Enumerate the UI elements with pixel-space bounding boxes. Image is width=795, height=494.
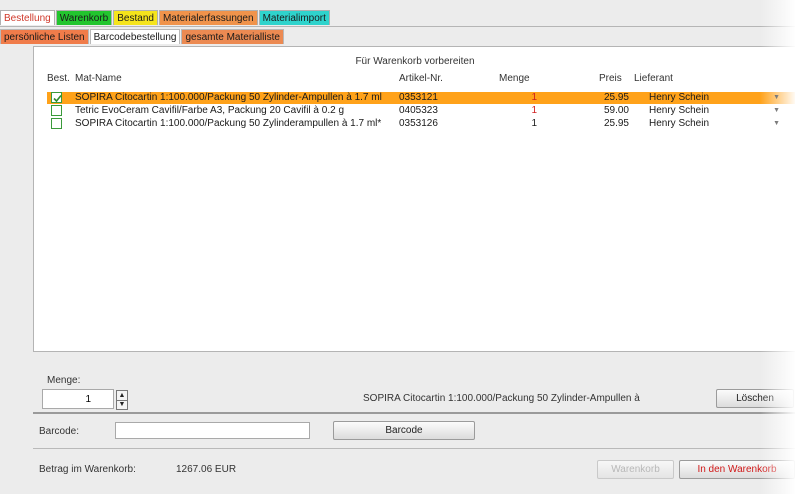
- row-artnr: 0405323: [399, 105, 438, 116]
- row-name: SOPIRA Citocartin 1:100.000/Packung 50 Z…: [75, 92, 382, 103]
- table-row[interactable]: Tetric EvoCeram Cavifil/Farbe A3, Packun…: [47, 105, 795, 117]
- row-menge: 1: [531, 92, 537, 103]
- supplier-value: Henry Schein: [649, 92, 710, 103]
- tab-materialerfassungen[interactable]: Materialerfassungen: [158, 10, 258, 25]
- subtab-gesamte-materialliste[interactable]: gesamte Materialliste: [181, 29, 284, 44]
- warenkorb-button[interactable]: Warenkorb: [597, 460, 674, 479]
- quantity-input[interactable]: [42, 389, 114, 409]
- tab-bestellung[interactable]: Bestellung: [0, 10, 55, 25]
- table-row[interactable]: SOPIRA Citocartin 1:100.000/Packung 50 Z…: [47, 118, 795, 130]
- tab-divider: [0, 26, 795, 27]
- row-name: Tetric EvoCeram Cavifil/Farbe A3, Packun…: [75, 105, 345, 116]
- panel-title: Für Warenkorb vorbereiten: [355, 56, 475, 67]
- sub-tab-bar: persönliche Listen Barcodebestellung ges…: [0, 29, 285, 44]
- header-artikel-nr: Artikel-Nr.: [399, 73, 443, 84]
- supplier-dropdown[interactable]: Henry Schein ▼: [646, 92, 795, 104]
- separator: [33, 412, 795, 414]
- supplier-dropdown[interactable]: Henry Schein ▼: [646, 105, 795, 117]
- header-best: Best.: [47, 73, 70, 84]
- supplier-dropdown[interactable]: Henry Schein ▼: [646, 118, 795, 130]
- row-artnr: 0353121: [399, 92, 438, 103]
- header-lieferant: Lieferant: [634, 73, 673, 84]
- row-menge: 1: [531, 105, 537, 116]
- supplier-value: Henry Schein: [649, 105, 710, 116]
- delete-button[interactable]: Löschen: [716, 389, 794, 408]
- supplier-value: Henry Schein: [649, 118, 710, 129]
- tab-bestand[interactable]: Bestand: [113, 10, 158, 25]
- row-name: SOPIRA Citocartin 1:100.000/Packung 50 Z…: [75, 118, 382, 129]
- barcode-button[interactable]: Barcode: [333, 421, 475, 440]
- header-menge: Menge: [499, 73, 530, 84]
- dropdown-arrow-icon: ▼: [773, 120, 780, 127]
- separator: [33, 448, 795, 449]
- row-checkbox[interactable]: [51, 92, 62, 103]
- app-window: Bestellung Warenkorb Bestand Materialerf…: [0, 0, 795, 494]
- header-mat-name: Mat-Name: [75, 73, 122, 84]
- decrement-icon[interactable]: ▼: [117, 400, 127, 409]
- row-checkbox[interactable]: [51, 118, 62, 129]
- row-checkbox[interactable]: [51, 105, 62, 116]
- table-row[interactable]: SOPIRA Citocartin 1:100.000/Packung 50 Z…: [47, 92, 795, 104]
- subtab-persoenliche-listen[interactable]: persönliche Listen: [0, 29, 89, 44]
- prepare-cart-panel: Für Warenkorb vorbereiten Best. Mat-Name…: [33, 46, 795, 352]
- header-preis: Preis: [599, 73, 622, 84]
- checkmark-icon: [53, 94, 62, 103]
- cart-amount-label: Betrag im Warenkorb:: [39, 464, 136, 475]
- row-preis: 59.00: [603, 105, 629, 116]
- barcode-input[interactable]: [115, 422, 310, 439]
- dropdown-arrow-icon: ▼: [773, 94, 780, 101]
- add-to-cart-button[interactable]: In den Warenkorb: [679, 460, 795, 479]
- row-artnr: 0353126: [399, 118, 438, 129]
- row-preis: 25.95: [603, 118, 629, 129]
- selected-item-text: SOPIRA Citocartin 1:100.000/Packung 50 Z…: [363, 393, 640, 404]
- row-menge: 1: [531, 118, 537, 129]
- tab-warenkorb[interactable]: Warenkorb: [55, 10, 113, 25]
- tab-materialimport[interactable]: Materialimport: [258, 10, 330, 25]
- cart-amount-value: 1267.06 EUR: [176, 464, 237, 475]
- main-tab-bar: Bestellung Warenkorb Bestand Materialerf…: [0, 10, 331, 26]
- subtab-barcodebestellung[interactable]: Barcodebestellung: [89, 29, 181, 44]
- barcode-label: Barcode:: [39, 426, 80, 437]
- dropdown-arrow-icon: ▼: [773, 107, 780, 114]
- row-preis: 25.95: [603, 92, 629, 103]
- quantity-stepper[interactable]: ▲ ▼: [116, 390, 128, 410]
- menge-label: Menge:: [47, 375, 81, 386]
